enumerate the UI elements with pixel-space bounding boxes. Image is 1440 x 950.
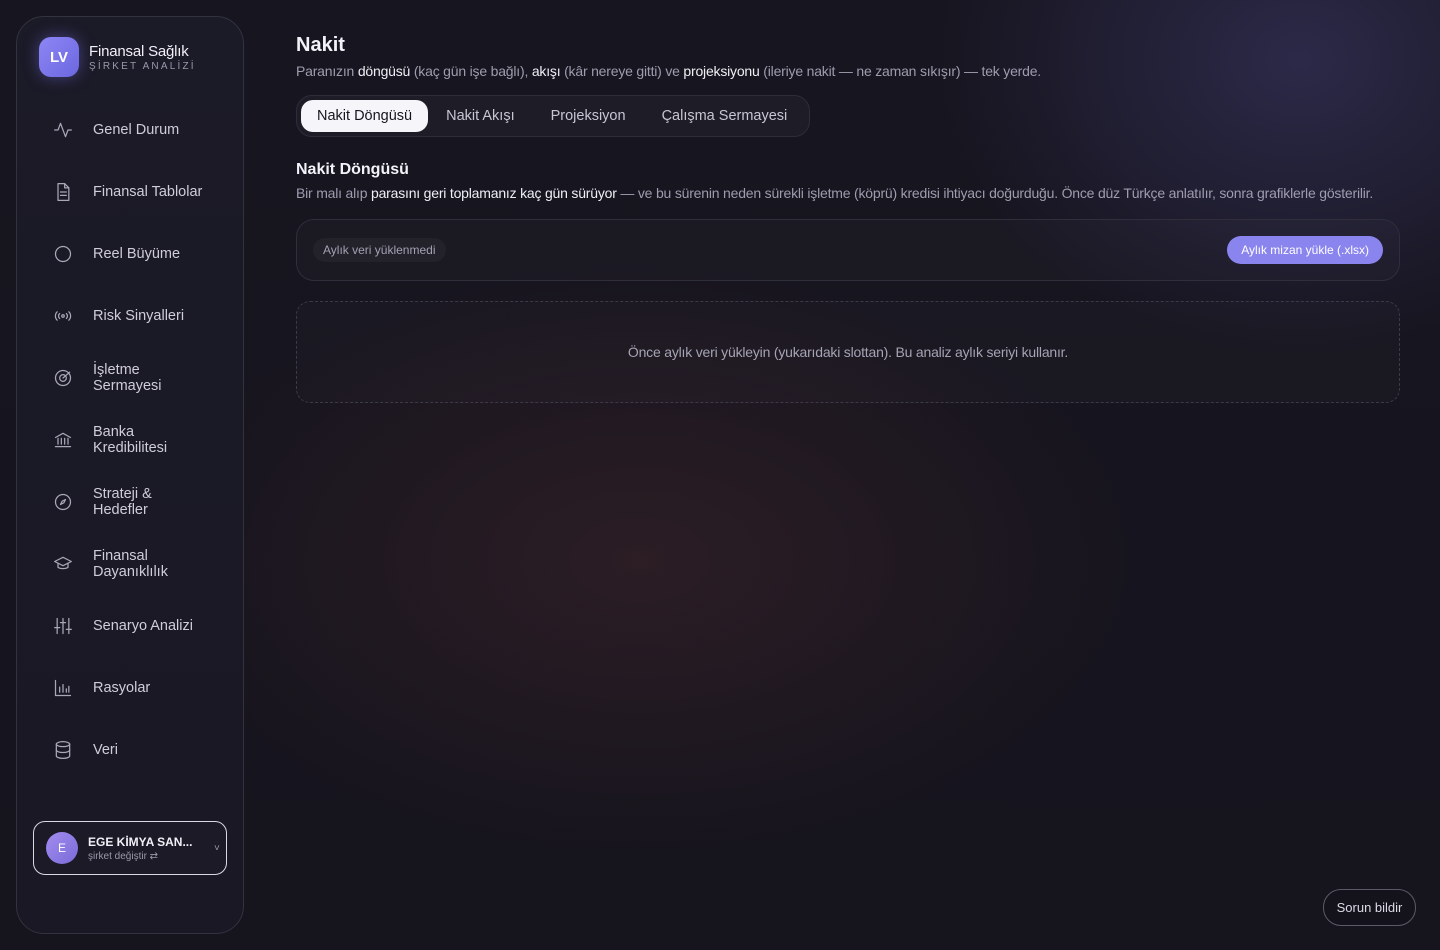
upload-slot: Aylık veri yüklenmedi Aylık mizan yükle … <box>296 219 1400 281</box>
sidebar-item-label: Veri <box>93 742 118 758</box>
company-name: EGE KİMYA SAN... <box>88 834 193 849</box>
document-icon <box>52 181 74 203</box>
sidebar-item-label: Finansal Dayanıklılık <box>93 548 168 580</box>
status-badge: Aylık veri yüklenmedi <box>313 238 446 262</box>
sidebar-item-finansal-dayaniklilik[interactable]: Finansal Dayanıklılık <box>17 533 243 595</box>
sidebar-item-strateji-hedefler[interactable]: Strateji & Hedefler <box>17 471 243 533</box>
sidebar-item-label: Senaryo Analizi <box>93 618 193 634</box>
sidebar-item-label: İşletme Sermayesi <box>93 362 162 394</box>
sidebar-item-veri[interactable]: Veri <box>17 719 243 781</box>
sidebar-item-label: Strateji & Hedefler <box>93 486 152 518</box>
brand[interactable]: LV Finansal Sağlık ŞİRKET ANALİZİ <box>39 37 196 77</box>
sidebar-item-label: Reel Büyüme <box>93 246 181 262</box>
sidebar-item-label: Genel Durum <box>93 122 180 138</box>
activity-icon <box>52 119 74 141</box>
sidebar-item-reel-buyume[interactable]: Reel Büyüme <box>17 223 243 285</box>
sidebar-item-finansal-tablolar[interactable]: Finansal Tablolar <box>17 161 243 223</box>
sidebar-item-rasyolar[interactable]: Rasyolar <box>17 657 243 719</box>
tab-nakit-akisi[interactable]: Nakit Akışı <box>428 100 533 132</box>
compass-icon <box>52 491 74 513</box>
sidebar-item-genel-durum[interactable]: Genel Durum <box>17 99 243 161</box>
tab-calisma-sermayesi[interactable]: Çalışma Sermayesi <box>644 100 806 132</box>
empty-state-message: Önce aylık veri yükleyin (yukarıdaki slo… <box>627 344 1069 360</box>
sidebar-item-isletme-sermayesi[interactable]: İşletme Sermayesi <box>17 347 243 409</box>
tab-projeksiyon[interactable]: Projeksiyon <box>533 100 644 132</box>
brand-logo: LV <box>39 37 79 77</box>
sidebar-item-banka-kredibilitesi[interactable]: Banka Kredibilitesi <box>17 409 243 471</box>
empty-state: Önce aylık veri yükleyin (yukarıdaki slo… <box>296 301 1400 403</box>
circle-icon <box>52 243 74 265</box>
sidebar-item-risk-sinyalleri[interactable]: Risk Sinyalleri <box>17 285 243 347</box>
bar-chart-icon <box>52 677 74 699</box>
avatar: E <box>46 832 78 864</box>
company-switcher[interactable]: E EGE KİMYA SAN... şirket değiştir ⇄ ˅ <box>33 821 227 875</box>
target-icon <box>52 367 74 389</box>
sidebar-nav: Genel Durum Finansal Tablolar Reel Büyüm… <box>17 99 243 781</box>
tab-bar: Nakit Döngüsü Nakit Akışı Projeksiyon Ça… <box>296 95 811 137</box>
brand-title: Finansal Sağlık <box>89 42 189 60</box>
graduation-cap-icon <box>52 553 74 575</box>
sidebar-item-label: Risk Sinyalleri <box>93 308 185 324</box>
bank-icon <box>52 429 74 451</box>
report-issue-button[interactable]: Sorun bildir <box>1323 889 1416 926</box>
section-title: Nakit Döngüsü <box>296 161 409 178</box>
brand-subtitle: ŞİRKET ANALİZİ <box>89 60 196 72</box>
sidebar-item-label: Banka Kredibilitesi <box>93 424 168 456</box>
section-description: Bir malı alıp parasını geri toplamanız k… <box>296 185 1374 201</box>
sidebar-item-label: Finansal Tablolar <box>93 184 203 200</box>
switch-company-link: şirket değiştir ⇄ <box>88 850 159 862</box>
main-content: Nakit Paranızın döngüsü (kaç gün işe bağ… <box>296 34 1400 403</box>
upload-monthly-button[interactable]: Aylık mizan yükle (.xlsx) <box>1227 236 1383 264</box>
page-subtitle: Paranızın döngüsü (kaç gün işe bağlı), a… <box>296 63 1041 79</box>
sidebar-item-label: Rasyolar <box>93 680 151 696</box>
signal-icon <box>52 305 74 327</box>
database-icon <box>52 739 74 761</box>
sliders-icon <box>52 615 74 637</box>
tab-nakit-dongusu[interactable]: Nakit Döngüsü <box>301 100 429 132</box>
sidebar-item-senaryo-analizi[interactable]: Senaryo Analizi <box>17 595 243 657</box>
sidebar: LV Finansal Sağlık ŞİRKET ANALİZİ Genel … <box>16 16 244 934</box>
page-title: Nakit <box>296 34 345 56</box>
chevron-down-icon: ˅ <box>214 842 220 854</box>
